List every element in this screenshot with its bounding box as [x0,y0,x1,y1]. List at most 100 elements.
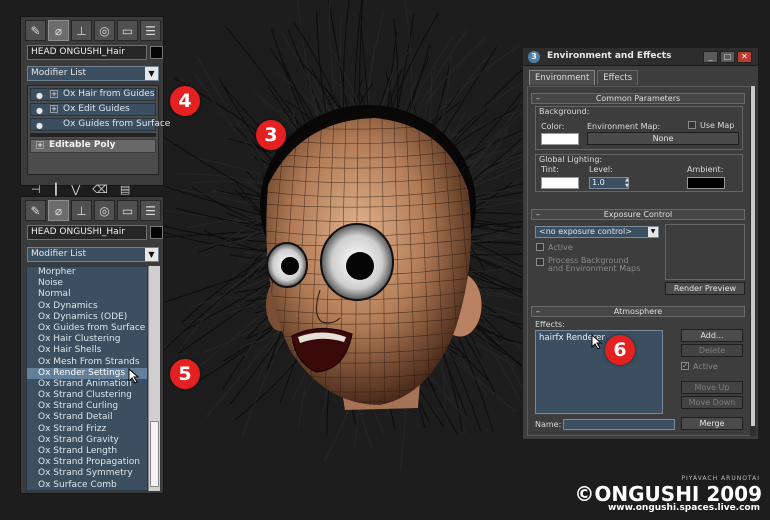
list-item[interactable]: Ox Dynamics [27,301,147,312]
list-item[interactable]: Ox Dynamics (ODE) [27,312,147,323]
tab-effects[interactable]: Effects [597,70,639,85]
display-icon[interactable]: ▭ [117,200,138,221]
scrollbar-thumb[interactable] [150,421,159,487]
window-titlebar[interactable]: 3 Environment and Effects _ □ ✕ [523,48,758,66]
window-scrollbar[interactable] [750,86,756,436]
global-lighting-label: Global Lighting: [539,155,603,164]
close-button[interactable]: ✕ [737,51,752,63]
list-item[interactable]: Ox Strand Clustering [27,390,147,401]
make-unique-icon[interactable]: ⋁ [71,183,80,196]
move-up-button[interactable]: Move Up [681,381,743,394]
env-map-label: Environment Map: [587,122,661,131]
step-marker-3: 3 [256,120,286,150]
use-map-checkbox[interactable] [688,121,696,129]
list-item[interactable]: Ox Strand Propagation [27,457,147,468]
chevron-down-icon[interactable]: ▼ [145,67,158,80]
left-pupil [281,257,299,275]
list-item[interactable]: Ox Surface Comb [27,480,147,490]
modifier-list-dropdown[interactable]: Modifier List ▼ [27,66,159,81]
configure-sets-icon[interactable]: ▤ [120,183,130,196]
tab-environment[interactable]: Environment [529,70,596,85]
object-name-field[interactable]: HEAD ONGUSHI_Hair [27,45,147,60]
object-name-field[interactable]: HEAD ONGUSHI_Hair [27,225,147,240]
list-item[interactable]: Ox Guides from Surface [27,323,147,334]
exposure-preview-box [665,224,745,280]
hierarchy-icon[interactable]: ⊥ [71,200,92,221]
color-label: Color: [541,122,565,131]
list-item[interactable]: Ox Strand Length [27,446,147,457]
app-logo-icon: 3 [528,51,540,63]
create-icon[interactable]: ✎ [25,20,46,41]
list-item[interactable]: Normal [27,289,147,300]
mouse-cursor-icon [128,368,140,384]
list-item[interactable]: Ox Hair Clustering [27,334,147,345]
object-color-swatch[interactable] [150,46,163,59]
delete-effect-button[interactable]: Delete [681,344,743,357]
environment-map-button[interactable]: None [587,132,739,145]
modify-icon[interactable]: ⌀ [48,200,69,221]
mouse-cursor-icon [591,334,603,350]
environment-effects-window: 3 Environment and Effects _ □ ✕ Environm… [522,47,759,440]
effect-active-checkbox[interactable] [681,361,689,370]
hierarchy-icon[interactable]: ⊥ [71,20,92,41]
list-item[interactable]: Ox Strand Gravity [27,435,147,446]
list-item[interactable]: Ox Mesh From Strands [27,357,147,368]
window-title: Environment and Effects [547,51,672,61]
utilities-icon[interactable]: ☰ [140,20,161,41]
list-item[interactable]: Ox Strand Curling [27,401,147,412]
add-effect-button[interactable]: Add... [681,329,743,342]
remove-modifier-icon[interactable]: ⌫ [92,183,108,196]
object-color-swatch[interactable] [150,226,163,239]
stack-item-hair-from-guides[interactable]: ● + Ox Hair from Guides [30,88,156,101]
level-label: Level: [589,165,613,174]
command-panel-tabs: ✎ ⌀ ⊥ ◎ ▭ ☰ [25,200,161,221]
exposure-control-select[interactable]: <no exposure control> ▼ [535,226,659,238]
expand-icon[interactable]: + [36,141,44,149]
list-item[interactable]: Ox Strand Symmetry [27,468,147,479]
ambient-color-swatch[interactable] [687,177,725,189]
list-item[interactable]: Ox Strand Frizz [27,424,147,435]
expand-icon[interactable]: + [50,90,58,98]
utilities-icon[interactable]: ☰ [140,200,161,221]
window-tabs: Environment Effects [529,70,640,85]
motion-icon[interactable]: ◎ [94,20,115,41]
background-color-swatch[interactable] [541,133,579,145]
exposure-active-checkbox[interactable] [536,243,544,251]
display-icon[interactable]: ▭ [117,20,138,41]
lightbulb-icon[interactable]: ● [36,105,43,116]
list-item[interactable]: Ox Hair Shells [27,345,147,356]
lightbulb-icon[interactable]: ● [36,120,43,131]
stack-item-editable-poly[interactable]: + Editable Poly [30,139,156,153]
render-preview-button[interactable]: Render Preview [665,282,745,295]
tint-color-swatch[interactable] [541,177,579,189]
rollout-atmosphere[interactable]: – Atmosphere [531,306,745,317]
name-label: Name: [535,420,562,429]
maximize-button[interactable]: □ [720,51,735,63]
list-item[interactable]: Noise [27,278,147,289]
stack-item-guides-from-surface[interactable]: ● Ox Guides from Surface [30,118,170,131]
pin-stack-icon[interactable]: ⊣ [31,183,41,196]
minimize-button[interactable]: _ [703,51,718,63]
process-background-checkbox[interactable] [536,258,544,266]
motion-icon[interactable]: ◎ [94,200,115,221]
modifier-list-dropdown[interactable]: Modifier List ▼ [27,247,159,262]
chevron-down-icon[interactable]: ▼ [648,227,658,237]
show-end-result-icon[interactable]: ┃ [53,183,60,196]
list-item[interactable]: Ox Strand Detail [27,412,147,423]
rollout-exposure-control[interactable]: – Exposure Control [531,209,745,220]
modify-icon[interactable]: ⌀ [48,20,69,41]
effect-name-input[interactable] [563,419,675,430]
stack-item-edit-guides[interactable]: ● + Ox Edit Guides [30,103,156,116]
list-item[interactable]: Morpher [27,267,147,278]
move-down-button[interactable]: Move Down [681,396,743,409]
rollout-common-parameters[interactable]: – Common Parameters [531,93,745,104]
modifier-list-scrollbar[interactable] [148,266,160,491]
expand-icon[interactable]: + [50,105,58,113]
chevron-down-icon[interactable]: ▼ [145,248,158,261]
lightbulb-icon[interactable]: ● [36,90,43,101]
tint-label: Tint: [541,165,559,174]
spinner-arrows-icon[interactable]: ▲ ▼ [623,177,631,189]
create-icon[interactable]: ✎ [25,200,46,221]
merge-button[interactable]: Merge [681,417,743,430]
scrollbar-thumb[interactable] [751,86,755,426]
